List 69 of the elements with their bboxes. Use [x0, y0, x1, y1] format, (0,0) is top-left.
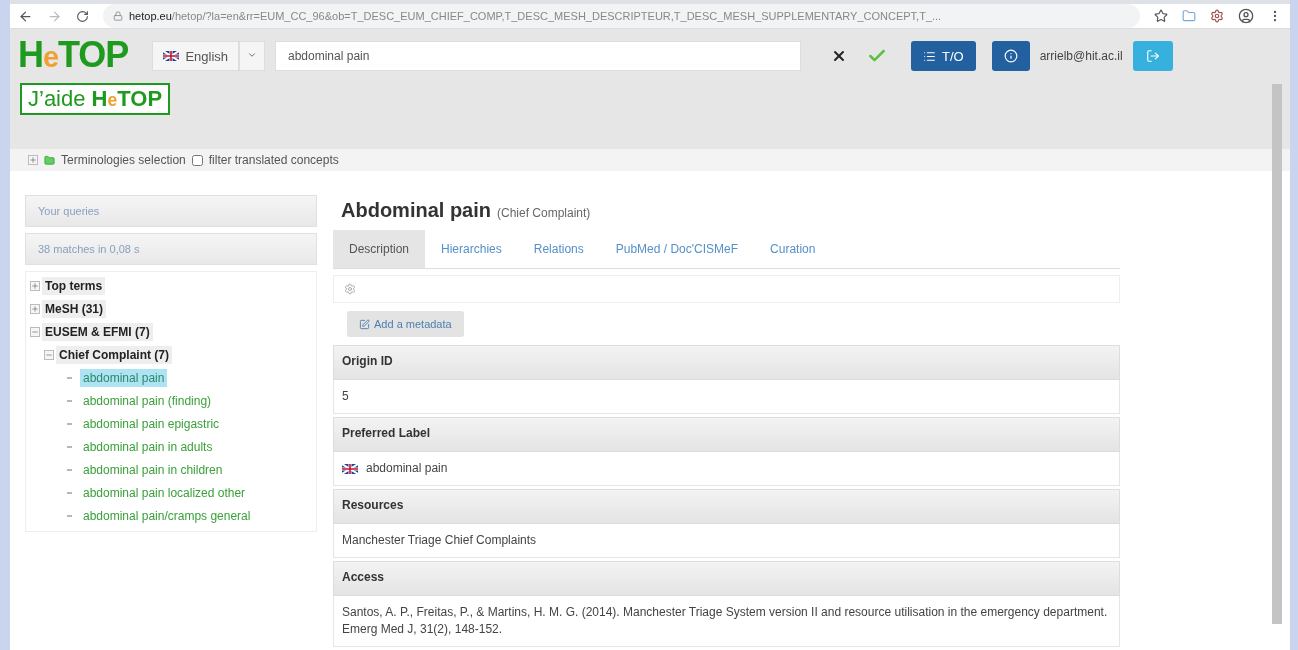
section-header: Origin ID [333, 345, 1120, 380]
queries-panel[interactable]: Your queries [25, 195, 317, 227]
forward-icon[interactable] [47, 8, 62, 24]
section-value: Manchester Triage Chief Complaints [342, 532, 537, 549]
expand-toggle[interactable] [28, 155, 38, 165]
uk-flag-icon [342, 463, 358, 474]
logout-icon [1145, 49, 1160, 63]
section-value: abdominal pain [366, 460, 448, 477]
tree-group-label[interactable]: EUSEM & EFMI (7) [42, 322, 153, 341]
tab[interactable]: Curation [754, 230, 832, 268]
language-select[interactable]: English [152, 41, 239, 71]
section-value: Santos, A. P., Freitas, P., & Martins, H. M. G. (2014). Manchester Triage System version II and resource utilisation in the emergency department. Emerg Med J, 31(2), 148-152. [342, 604, 1109, 638]
tree-item[interactable]: abdominal pain (finding) [80, 391, 215, 410]
edit-icon [359, 318, 370, 330]
search-field[interactable]: abdominal pain [275, 41, 801, 71]
section-header: Resources [333, 489, 1120, 524]
uk-flag-icon [163, 51, 180, 61]
collapse-toggle[interactable] [44, 349, 54, 360]
logout-button[interactable] [1132, 41, 1173, 71]
account-icon[interactable] [1238, 8, 1254, 24]
tree-item[interactable]: abdominal pain/cramps general [80, 506, 254, 525]
caret-icon [247, 50, 257, 60]
back-icon[interactable] [18, 8, 33, 24]
tab[interactable]: Hierarchies [425, 230, 518, 268]
translated-checkbox[interactable] [191, 154, 203, 166]
address-bar[interactable]: hetop.eu/hetop/?la=en&rr=EUM_CC_96&ob=T_DESC_EUM_CHIEF_COMP,T_DESC_MESH_DESCRIPTEUR,T_DESC_MESH_SUPPLEMENTARY_CONCEPT,T_... [103, 4, 1140, 28]
list-icon [923, 49, 936, 63]
tab[interactable]: PubMed / Doc'CISMeF [599, 230, 755, 268]
extension-icon[interactable] [1210, 9, 1224, 23]
tree-group-label[interactable]: MeSH (31) [42, 299, 106, 318]
section-value: 5 [342, 388, 349, 405]
add-metadata-button[interactable]: Add a metadata [347, 311, 464, 337]
star-icon[interactable] [1154, 9, 1168, 23]
concept-title: Abdominal pain [341, 199, 491, 222]
help-link[interactable]: J’aide HeTOP [20, 83, 171, 115]
section-header: Preferred Label [333, 417, 1120, 452]
section-header: Access [333, 561, 1120, 596]
tree-item[interactable]: abdominal pain localized other [80, 483, 249, 502]
user-email: arrielb@hit.ac.il [1039, 49, 1123, 63]
folder-icon[interactable] [1182, 9, 1196, 23]
checkbox-label: filter translated concepts [208, 153, 339, 167]
tree-group-label[interactable]: Chief Complaint (7) [56, 345, 172, 364]
tree-group-label[interactable]: Top terms [42, 276, 106, 295]
to-button[interactable]: T/O [911, 41, 976, 71]
concept-subtitle: (Chief Complaint) [497, 206, 591, 220]
tree-item[interactable]: abdominal pain in adults [80, 437, 216, 456]
tree-item[interactable]: abdominal pain epigastric [80, 414, 223, 433]
expand-toggle[interactable] [30, 303, 40, 314]
plus-icon [31, 304, 39, 313]
plus-icon [29, 156, 37, 164]
lock-icon [113, 11, 123, 21]
scrollbar[interactable] [1272, 84, 1282, 624]
hetop-logo: HeTOP [18, 35, 129, 77]
tree-item[interactable]: abdominal pain [80, 368, 168, 387]
matches-panel: 38 matches in 0,08 s [25, 233, 317, 265]
info-button[interactable] [991, 41, 1030, 71]
clear-icon[interactable] [831, 48, 847, 64]
gear-icon [344, 283, 356, 295]
caret-button[interactable] [239, 41, 265, 71]
tab[interactable]: Relations [517, 230, 600, 268]
tab[interactable]: Description [333, 230, 426, 268]
expand-toggle[interactable] [30, 280, 40, 291]
terminologies-label[interactable]: Terminologies selection [61, 153, 186, 167]
folder-icon [44, 154, 55, 166]
info-icon [1003, 49, 1018, 63]
plus-icon [31, 281, 39, 290]
tree-item[interactable]: abdominal pain in children [80, 460, 226, 479]
reload-icon[interactable] [76, 9, 89, 23]
collapse-toggle[interactable] [30, 326, 40, 337]
